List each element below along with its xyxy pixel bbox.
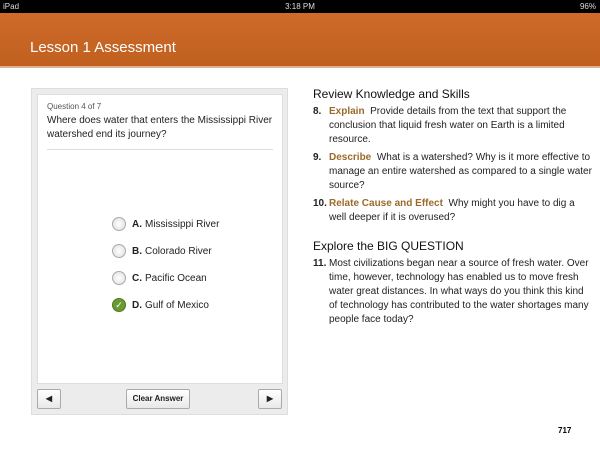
item-number: 10. [313, 198, 327, 209]
big-question-heading: Explore the BIG QUESTION [313, 239, 464, 253]
big-question-item: 11. Most civilizations began near a sourc… [313, 257, 593, 327]
option-letter: A. [132, 218, 142, 230]
clear-answer-button[interactable]: Clear Answer [126, 389, 190, 409]
radio-icon[interactable] [112, 217, 126, 231]
answer-option-a[interactable]: A. Mississippi River [112, 217, 219, 231]
option-text: Gulf of Mexico [145, 299, 209, 311]
option-text: Colorado River [145, 245, 212, 257]
item-text: Provide details from the text that suppo… [329, 106, 567, 145]
question-number: Question 4 of 7 [47, 102, 102, 111]
radio-icon[interactable] [112, 271, 126, 285]
question-text: Where does water that enters the Mississ… [47, 115, 273, 140]
review-item: 8. Explain Provide details from the text … [313, 105, 593, 147]
answer-option-d[interactable]: ✓ D. Gulf of Mexico [112, 298, 209, 312]
clock: 3:18 PM [285, 2, 315, 11]
review-heading: Review Knowledge and Skills [313, 87, 470, 101]
checked-radio-icon[interactable]: ✓ [112, 298, 126, 312]
option-letter: B. [132, 245, 142, 257]
next-button[interactable]: ▶ [258, 389, 282, 409]
battery-level: 96% [579, 2, 596, 11]
item-number: 11. [313, 258, 327, 269]
option-letter: D. [132, 299, 142, 311]
item-keyword: Describe [329, 152, 372, 163]
answer-option-b[interactable]: B. Colorado River [112, 244, 212, 258]
question-card: Question 4 of 7 Where does water that en… [37, 94, 283, 384]
item-text: Most civilizations began near a source o… [329, 258, 589, 325]
item-keyword: Explain [329, 106, 365, 117]
review-item: 9. Describe What is a watershed? Why is i… [313, 151, 593, 193]
item-number: 8. [313, 106, 322, 117]
option-text: Mississippi River [145, 218, 220, 230]
review-item: 10. Relate Cause and Effect Why might you… [313, 197, 593, 225]
divider [47, 149, 273, 150]
item-number: 9. [313, 152, 322, 163]
quiz-panel: Question 4 of 7 Where does water that en… [31, 88, 288, 415]
option-text: Pacific Ocean [145, 272, 207, 284]
review-section: Review Knowledge and Skills 8. Explain Pr… [313, 87, 593, 331]
radio-icon[interactable] [112, 244, 126, 258]
answer-option-c[interactable]: C. Pacific Ocean [112, 271, 207, 285]
status-bar: iPad 3:18 PM 96% [0, 0, 600, 13]
previous-button[interactable]: ◀ [37, 389, 61, 409]
item-keyword: Relate Cause and Effect [329, 198, 443, 209]
page-number: 717 [558, 426, 572, 435]
header: Lesson 1 Assessment [0, 13, 600, 68]
option-letter: C. [132, 272, 142, 284]
page-title: Lesson 1 Assessment [30, 39, 176, 56]
